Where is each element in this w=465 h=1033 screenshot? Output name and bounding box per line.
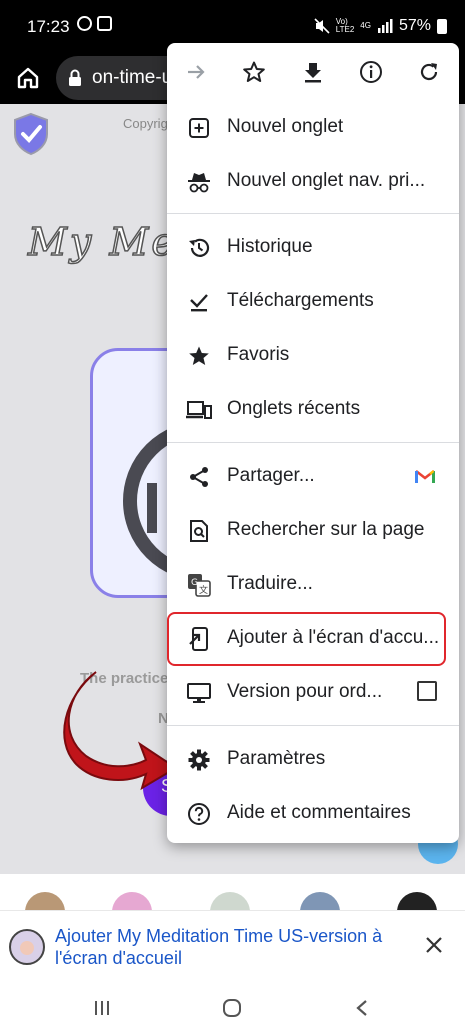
hands-icon [210,892,250,910]
downloads-icon [186,289,212,315]
lock-icon [69,69,81,86]
install-app-banner[interactable]: Ajouter My Meditation Time US-version à … [0,910,465,980]
desktop-icon [186,680,212,706]
battery-icon [437,18,447,34]
menu-item-translate[interactable]: G文 Traduire... [167,557,459,611]
lotus-icon [25,892,65,910]
forward-button[interactable] [178,54,214,90]
history-icon [186,235,212,261]
menu-item-new-tab[interactable]: Nouvel onglet [167,100,459,154]
net-type: 4G [360,21,371,30]
reload-button[interactable] [411,54,447,90]
copyright-text: Copyrig [123,116,168,131]
settings-icon [186,747,212,773]
menu-item-settings[interactable]: Paramètres [167,732,459,786]
menu-item-share[interactable]: Partager... [167,449,459,503]
home-nav-button[interactable] [214,990,250,1026]
recents-icon [95,1001,109,1015]
back-icon [356,1000,367,1016]
browser-overflow-menu: Nouvel onglet Nouvel onglet nav. pri... … [167,43,459,843]
avatar-face [20,941,34,955]
app-avatar-icon [9,929,45,965]
gmail-icon [415,469,435,483]
system-nav-bar [0,980,465,1033]
url-text: on-time-u [92,67,173,88]
recents-button[interactable] [84,990,120,1026]
menu-item-find-in-page[interactable]: Rechercher sur la page [167,503,459,557]
new-tab-icon [186,115,212,141]
menu-item-label: Traduire... [227,573,313,594]
mute-icon [314,18,330,34]
home-nav-icon [223,999,241,1017]
svg-text:G: G [191,578,198,588]
close-icon [426,937,442,953]
highlight-box-annotation [167,612,446,666]
menu-item-desktop-site[interactable]: Version pour ord... [167,665,459,719]
recent-tabs-icon [186,397,212,423]
page-icon-strip [0,874,465,910]
signal-icon [377,19,393,33]
menu-item-label: Rechercher sur la page [227,519,425,540]
menu-action-row [167,43,459,101]
bookmark-star-button[interactable] [236,54,272,90]
volte-indicator: Vo) LTE2 [336,18,355,34]
status-right: Vo) LTE2 4G 57% [314,17,447,35]
menu-item-label: Nouvel onglet nav. pri... [227,170,426,191]
download-page-button[interactable] [295,54,331,90]
install-banner-text[interactable]: Ajouter My Meditation Time US-version à … [55,925,405,969]
menu-item-label: Aide et commentaires [227,802,411,823]
menu-item-label: Historique [227,236,313,257]
menu-divider [167,213,459,214]
menu-item-label: Version pour ord... [227,681,383,702]
menu-item-recent-tabs[interactable]: Onglets récents [167,382,459,436]
home-icon [17,67,39,89]
forward-arrow-icon [188,65,205,79]
menu-item-label: Nouvel onglet [227,116,344,137]
back-button[interactable] [344,990,380,1026]
translate-icon: G文 [186,572,212,598]
chrome-notification-icon [77,16,92,31]
star-outline-icon [243,61,265,82]
notification-icons [77,16,178,275]
info-icon [360,61,382,83]
bookmarks-star-icon [186,343,212,369]
menu-item-label: Favoris [227,344,290,365]
shield-logo-icon [14,112,48,156]
battery-percent: 57% [398,17,431,34]
reload-icon [420,63,438,81]
banner-close-button[interactable] [420,931,448,959]
download-icon [305,63,321,83]
status-time: 17:23 [27,17,70,36]
svg-text:文: 文 [199,584,208,596]
share-icon [186,464,212,490]
om-icon [397,892,437,910]
menu-item-incognito-tab[interactable]: Nouvel onglet nav. pri... [167,154,459,208]
help-icon [186,801,212,827]
mandala-icon [300,892,340,910]
menu-item-label: Téléchargements [227,290,374,311]
incognito-icon [186,169,212,195]
menu-item-help[interactable]: Aide et commentaires [167,786,459,840]
menu-item-bookmarks[interactable]: Favoris [167,328,459,382]
desktop-site-checkbox[interactable] [417,681,437,701]
volte-bottom: LTE2 [335,25,355,34]
page-info-button[interactable] [353,54,389,90]
instagram-notification-icon [97,16,112,31]
home-button[interactable] [10,60,46,96]
menu-item-downloads[interactable]: Téléchargements [167,274,459,328]
menu-divider [167,725,459,726]
menu-divider [167,442,459,443]
find-in-page-icon [186,518,212,544]
menu-item-history[interactable]: Historique [167,220,459,274]
flower-icon [112,892,152,910]
menu-item-label: Onglets récents [227,398,361,419]
menu-item-label: Paramètres [227,748,326,769]
menu-item-label: Partager... [227,465,315,486]
